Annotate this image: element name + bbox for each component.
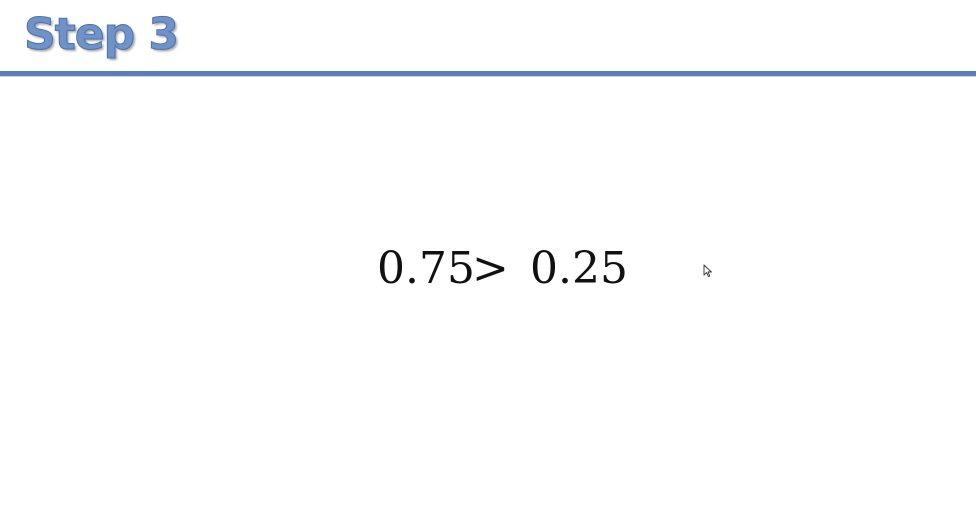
title-divider — [0, 71, 976, 77]
equation: 0.75 > 0.25 — [0, 243, 976, 295]
equation-operator: > — [472, 243, 509, 294]
slide-title: Step 3 — [24, 9, 180, 61]
equation-left-value: 0.75 — [377, 243, 475, 294]
mouse-pointer-icon — [703, 264, 712, 278]
equation-right-value: 0.25 — [530, 243, 628, 294]
